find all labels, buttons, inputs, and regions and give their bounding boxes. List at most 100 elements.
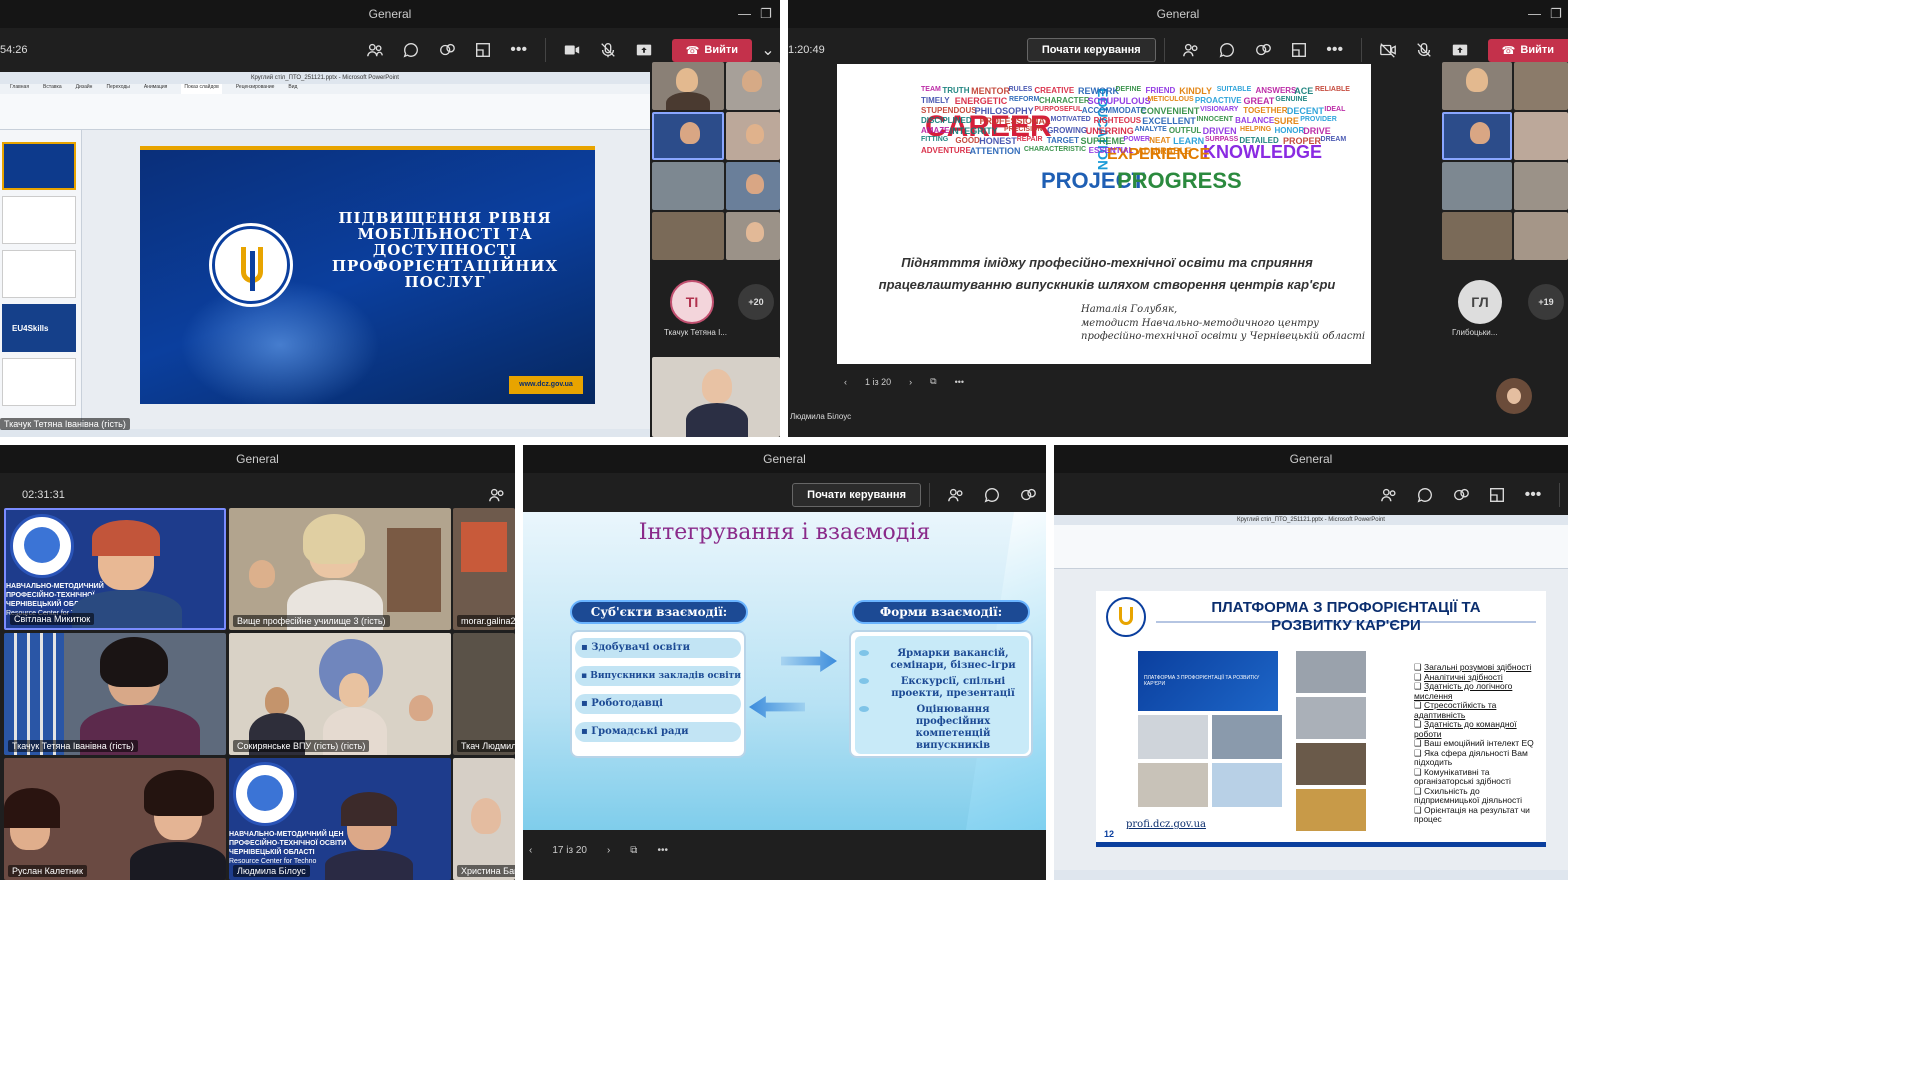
reactions-icon[interactable] bbox=[435, 38, 459, 62]
test-item[interactable]: ❑ Орієнтація на результат чи процес bbox=[1414, 805, 1546, 825]
camera-off-icon[interactable] bbox=[1376, 38, 1400, 62]
maximize-icon[interactable]: ❐ bbox=[1550, 0, 1562, 28]
participant-tile[interactable] bbox=[1442, 112, 1512, 160]
participants-icon[interactable] bbox=[944, 483, 968, 507]
word-cloud-word: TRUTH bbox=[942, 86, 970, 95]
participant-tile[interactable] bbox=[726, 112, 780, 160]
participant-tile[interactable] bbox=[726, 212, 780, 260]
chat-icon[interactable] bbox=[980, 483, 1004, 507]
more-participants[interactable]: +20 bbox=[738, 284, 774, 320]
thumbnail-1[interactable] bbox=[2, 142, 76, 190]
test-item[interactable]: ❑ Стресостійкість та адаптивність bbox=[1414, 700, 1546, 720]
more-icon[interactable]: ••• bbox=[1323, 38, 1347, 62]
participant-tile[interactable] bbox=[652, 162, 724, 210]
ribbon-tab[interactable]: Вид bbox=[288, 84, 297, 94]
participant-tile[interactable] bbox=[1442, 212, 1512, 260]
minimize-icon[interactable]: — bbox=[738, 0, 751, 28]
ribbon-tab[interactable]: Вставка bbox=[43, 84, 62, 94]
participant-avatar[interactable]: ГЛ bbox=[1458, 280, 1502, 324]
mic-muted-icon[interactable] bbox=[1412, 38, 1436, 62]
ribbon-tab[interactable]: Рецензирование bbox=[236, 84, 275, 94]
participant-tile[interactable] bbox=[1514, 112, 1568, 160]
test-item[interactable]: ❑ Здатність до логічного мислення bbox=[1414, 681, 1546, 701]
participant-tile[interactable] bbox=[1442, 162, 1512, 210]
participant-tile[interactable] bbox=[726, 62, 780, 110]
more-icon[interactable]: ••• bbox=[1521, 483, 1545, 507]
participant-tile[interactable] bbox=[1442, 62, 1512, 110]
more-participants[interactable]: +19 bbox=[1528, 284, 1564, 320]
chevron-left-icon[interactable]: ‹ bbox=[529, 845, 532, 856]
participants-icon[interactable] bbox=[1377, 483, 1401, 507]
forms-heading: Форми взаємодії: bbox=[852, 600, 1030, 624]
reactions-icon[interactable] bbox=[1449, 483, 1473, 507]
participant-tile[interactable] bbox=[652, 212, 724, 260]
chevron-left-icon[interactable]: ‹ bbox=[844, 377, 847, 387]
participants-icon[interactable] bbox=[363, 38, 387, 62]
word-cloud-word: RULES bbox=[1008, 86, 1033, 93]
take-control-button[interactable]: Почати керування bbox=[792, 483, 921, 507]
minimize-icon[interactable]: — bbox=[1528, 0, 1541, 28]
platform-link[interactable]: profi.dcz.gov.ua bbox=[1126, 819, 1206, 830]
participant-tile[interactable] bbox=[652, 112, 724, 160]
ribbon-tab[interactable]: Переходы bbox=[106, 84, 129, 94]
participant-video[interactable]: Ткачук Тетяна Іванівна (гість) bbox=[4, 633, 226, 755]
chevron-down-icon[interactable]: ⌄ bbox=[756, 38, 780, 62]
word-cloud-word: HONEST bbox=[979, 136, 1017, 146]
participant-tile[interactable] bbox=[726, 162, 780, 210]
rooms-icon[interactable] bbox=[1287, 38, 1311, 62]
thumbnail-2[interactable] bbox=[2, 196, 76, 244]
maximize-icon[interactable]: ❐ bbox=[760, 0, 772, 28]
participant-video[interactable]: Ткач Людмила bbox=[453, 633, 515, 755]
participant-video[interactable]: morar.galina2012 bbox=[453, 508, 515, 630]
share-icon[interactable] bbox=[1448, 38, 1472, 62]
participant-tile[interactable] bbox=[1514, 62, 1568, 110]
thumbnail-4[interactable]: EU4Skills bbox=[2, 304, 76, 352]
rooms-icon[interactable] bbox=[471, 38, 495, 62]
participant-video[interactable]: Вище професійне училище 3 (гість) bbox=[229, 508, 451, 630]
participant-video[interactable]: Руслан Калетник bbox=[4, 758, 226, 880]
reactions-icon[interactable] bbox=[1251, 38, 1275, 62]
ribbon-tab[interactable]: Дизайн bbox=[76, 84, 93, 94]
participant-video[interactable]: НАВЧАЛЬНО-МЕТОДИЧНИЙ ПРОФЕСІЙНО-ТЕХНІЧНОЇ… bbox=[4, 508, 226, 630]
participant-video[interactable]: НАВЧАЛЬНО-МЕТОДИЧНИЙ ЦЕН ПРОФЕСІЙНО-ТЕХНІ… bbox=[229, 758, 451, 880]
ribbon-tab[interactable]: Главная bbox=[10, 84, 29, 94]
participant-video[interactable]: Сокирянське ВПУ (гість) (гість) bbox=[229, 633, 451, 755]
test-item[interactable]: ❑ Схильність до підприємницької діяльнос… bbox=[1414, 786, 1546, 806]
share-icon[interactable] bbox=[632, 38, 656, 62]
chat-icon[interactable] bbox=[399, 38, 423, 62]
ribbon-tab[interactable]: Анимация bbox=[144, 84, 167, 94]
thumbnail-5[interactable] bbox=[2, 358, 76, 406]
rooms-icon[interactable] bbox=[1485, 483, 1509, 507]
test-item[interactable]: ❑ Яка сфера діяльності Вам підходить bbox=[1414, 748, 1546, 768]
test-item[interactable]: ❑ Здатність до командної роботи bbox=[1414, 719, 1546, 739]
self-video[interactable] bbox=[652, 357, 780, 437]
participants-icon[interactable] bbox=[485, 483, 509, 507]
more-icon[interactable]: ••• bbox=[507, 38, 531, 62]
participant-tile[interactable] bbox=[1514, 162, 1568, 210]
ribbon-tab[interactable]: Показ слайдов bbox=[181, 84, 222, 94]
participant-tile[interactable] bbox=[1514, 212, 1568, 260]
participants-icon[interactable] bbox=[1179, 38, 1203, 62]
camera-icon[interactable] bbox=[560, 38, 584, 62]
test-item[interactable]: ❑ Комунікативні та організаторські здібн… bbox=[1414, 767, 1546, 787]
chevron-right-icon[interactable]: › bbox=[909, 377, 912, 387]
fullscreen-icon[interactable]: ⧉ bbox=[630, 845, 637, 856]
take-control-button[interactable]: Почати керування bbox=[1026, 38, 1156, 62]
fullscreen-icon[interactable]: ⧉ bbox=[930, 376, 936, 387]
mic-muted-icon[interactable] bbox=[596, 38, 620, 62]
self-avatar[interactable] bbox=[1496, 378, 1532, 414]
leave-button[interactable]: ☎ Вийти bbox=[671, 38, 752, 62]
leave-button[interactable]: ☎ Вийти bbox=[1487, 38, 1568, 62]
participant-avatar[interactable]: ТІ bbox=[670, 280, 714, 324]
word-cloud-word: RIGHTEOUS bbox=[1093, 116, 1142, 125]
chevron-right-icon[interactable]: › bbox=[607, 845, 610, 856]
participant-tile[interactable] bbox=[652, 62, 724, 110]
chat-icon[interactable] bbox=[1215, 38, 1239, 62]
participant-video[interactable]: Христина Багрі bbox=[453, 758, 515, 880]
more-icon[interactable]: ••• bbox=[657, 845, 668, 856]
reactions-icon[interactable] bbox=[1016, 483, 1040, 507]
chat-icon[interactable] bbox=[1413, 483, 1437, 507]
thumbnail-3[interactable] bbox=[2, 250, 76, 298]
more-icon[interactable]: ••• bbox=[955, 377, 964, 387]
toolbar-divider bbox=[1559, 483, 1560, 507]
